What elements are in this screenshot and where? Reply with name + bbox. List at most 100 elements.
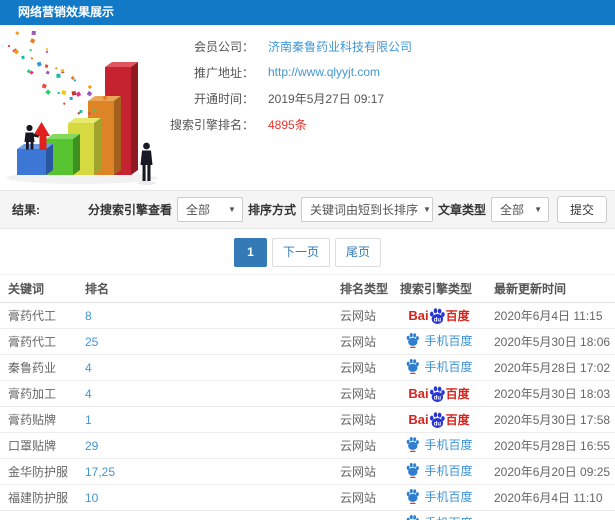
keyword-cell: 口罩贴牌 <box>0 432 77 459</box>
baidu-pc-logo: Bai du 百度 <box>408 307 470 325</box>
info-value[interactable]: http://www.qlyyjt.com <box>268 65 380 79</box>
baidu-mobile-logo: 手机百度 <box>405 462 473 479</box>
bar-blue <box>17 144 53 175</box>
engine-filter-select[interactable]: 全部 ▼ <box>176 197 243 222</box>
keyword-cell: 膏药贴牌 <box>0 406 77 433</box>
info-label: 开通时间： <box>193 91 254 106</box>
updated-cell: 2020年5月28日 16:55 <box>486 432 615 459</box>
engine-filter-label: 分搜索引擎查看 <box>87 203 172 217</box>
baidu-du-text: du <box>433 317 441 323</box>
member-info: 会员公司： 济南秦鲁药业科技有限公司 推广地址： http://www.qlyy… <box>168 25 615 137</box>
info-label: 推广地址： <box>193 65 254 80</box>
engine-filter-value: 全部 <box>185 203 210 217</box>
rank-type-cell: 云网站 <box>332 406 392 433</box>
baidu-mobile-label: 手机百度 <box>424 359 473 374</box>
info-row: 开通时间： 2019年5月27日 09:17 <box>168 85 615 111</box>
baidu-mobile-paw-icon <box>407 437 420 453</box>
baidu-pc-logo: Bai du 百度 <box>408 385 470 403</box>
result-label: 结果: <box>12 203 40 217</box>
baidu-mobile-label: 手机百度 <box>424 489 473 504</box>
keyword-cell <box>0 510 77 520</box>
updated-cell: 2020年6月20日 09:25 <box>486 458 615 485</box>
filter-controls: 分搜索引擎查看 全部 ▼ 排序方式 关键词由短到长排序 ▼ 文章类型 全部 ▼ … <box>88 196 607 223</box>
updated-cell: 2020年6月4日 11:15 <box>486 302 615 329</box>
baidu-paw-icon: du <box>429 307 445 324</box>
table-row: 膏药代工 8 云网站 Bai du 百度 2020年6月4日 11:15 <box>0 302 615 329</box>
baidu-mobile-paw-icon <box>407 515 420 520</box>
page-1-button[interactable]: 1 <box>233 238 267 267</box>
rank-type-cell: 云网站 <box>332 380 392 407</box>
updated-cell: 2020年5月30日 17:58 <box>486 406 615 433</box>
baidu-paw-icon: du <box>429 385 445 402</box>
keyword-cell: 秦鲁药业 <box>0 354 77 381</box>
table-row: 膏药贴牌 1 云网站 Bai du 百度 2020年5月30日 17:58 <box>0 406 615 433</box>
growth-chart-illustration <box>2 30 158 185</box>
engine-cell: 手机百度 <box>392 328 486 355</box>
rank-link[interactable]: 4 <box>85 387 92 401</box>
rank-link[interactable]: 17,25 <box>85 465 115 479</box>
baidu-mobile-paw-icon <box>407 359 420 375</box>
engine-cell: Bai du 百度 <box>392 380 486 407</box>
sort-value: 关键词由短到长排序 <box>309 203 418 217</box>
last-page-button[interactable]: 尾页 <box>335 238 382 267</box>
baidu-bai-text: Bai <box>408 386 429 401</box>
member-section: 会员公司： 济南秦鲁药业科技有限公司 推广地址： http://www.qlyy… <box>0 25 615 190</box>
info-row: 搜索引擎排名： 4895条 <box>168 111 615 137</box>
baidu-du-text: du <box>433 395 441 401</box>
rank-link[interactable]: 1 <box>85 413 92 427</box>
page: 网络营销效果展示 会员公司： 济南秦鲁药业科技有限公司 推广地址： http:/… <box>0 0 615 520</box>
baidu-paw-icon: du <box>429 411 445 428</box>
sort-select[interactable]: 关键词由短到长排序 ▼ <box>300 197 433 222</box>
column-header: 排名类型 <box>332 274 392 303</box>
engine-cell: 手机百度 <box>392 484 486 511</box>
rank-type-cell: 云网站 <box>332 432 392 459</box>
rank-type-cell: 云网站 <box>332 302 392 329</box>
info-row: 推广地址： http://www.qlyyjt.com <box>168 59 615 85</box>
baidu-cn-text: 百度 <box>445 413 470 427</box>
table-row: 膏药加工 4 云网站 Bai du 百度 2020年5月30日 18:03 <box>0 380 615 407</box>
column-header: 关键词 <box>0 274 77 303</box>
filter-bar: 结果: 分搜索引擎查看 全部 ▼ 排序方式 关键词由短到长排序 ▼ 文章类型 全… <box>0 190 615 229</box>
rank-type-cell <box>332 510 392 520</box>
rank-link[interactable]: 29 <box>85 439 98 453</box>
baidu-cn-text: 百度 <box>445 309 470 323</box>
keyword-cell: 膏药代工 <box>0 302 77 329</box>
next-page-button[interactable]: 下一页 <box>271 238 330 267</box>
rank-link[interactable]: 25 <box>85 335 98 349</box>
rank-link[interactable]: 8 <box>85 309 92 323</box>
article-type-value: 全部 <box>499 203 524 217</box>
info-row: 会员公司： 济南秦鲁药业科技有限公司 <box>168 33 615 59</box>
keyword-cell: 膏药加工 <box>0 380 77 407</box>
caret-down-icon: ▼ <box>228 205 236 214</box>
column-header: 排名 <box>77 274 332 303</box>
baidu-mobile-paw-icon <box>407 333 420 349</box>
table-header-row: 关键词 排名 排名类型 搜索引擎类型 最新更新时间 <box>0 274 615 303</box>
baidu-cn-text: 百度 <box>445 387 470 401</box>
caret-down-icon: ▼ <box>422 205 431 214</box>
updated-cell: 2020年5月30日 18:03 <box>486 380 615 407</box>
column-header: 搜索引擎类型 <box>392 274 486 303</box>
table-row: 福建防护服 10 云网站 手机百度 2020年6月4日 11:10 <box>0 484 615 511</box>
results-table: 关键词 排名 排名类型 搜索引擎类型 最新更新时间 膏药代工 8 云网站 Bai <box>0 274 615 520</box>
baidu-mobile-logo: 手机百度 <box>405 358 473 375</box>
keyword-cell: 膏药代工 <box>0 328 77 355</box>
info-label: 会员公司： <box>193 39 254 54</box>
info-value[interactable]: 济南秦鲁药业科技有限公司 <box>268 38 412 55</box>
caret-down-icon: ▼ <box>534 205 542 214</box>
keyword-cell: 金华防护服 <box>0 458 77 485</box>
updated-cell: 2020年6月4日 11:10 <box>486 484 615 511</box>
updated-cell: 2020年5月30日 18:06 <box>486 328 615 355</box>
article-type-select[interactable]: 全部 ▼ <box>490 197 549 222</box>
rank-type-cell: 云网站 <box>332 458 392 485</box>
submit-button[interactable]: 提交 <box>556 196 607 223</box>
info-value: 2019年5月27日 09:17 <box>268 91 385 106</box>
baidu-mobile-label: 手机百度 <box>424 437 473 452</box>
rank-type-cell: 云网站 <box>332 354 392 381</box>
baidu-bai-text: Bai <box>408 308 429 323</box>
rank-link[interactable]: 10 <box>85 491 98 505</box>
pagination: 1 下一页 尾页 <box>0 238 615 267</box>
titlebar: 网络营销效果展示 <box>0 0 615 25</box>
article-type-label: 文章类型 <box>437 203 486 217</box>
baidu-bai-text: Bai <box>408 412 429 427</box>
rank-link[interactable]: 4 <box>85 361 92 375</box>
